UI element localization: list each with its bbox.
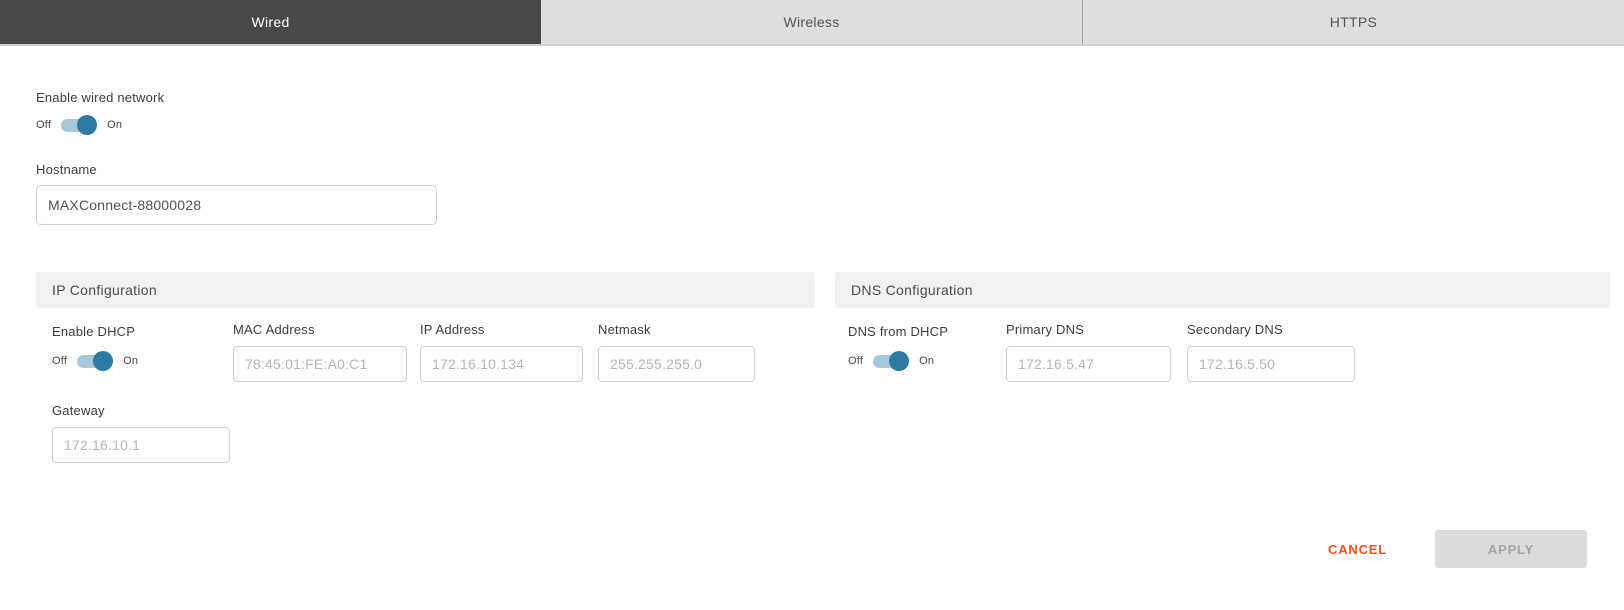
secondary-dns-group: Secondary DNS [1187,322,1355,382]
tab-wired[interactable]: Wired [0,0,541,44]
form-actions: CANCEL APPLY [1328,530,1587,568]
enable-dhcp-label: Enable DHCP [52,324,136,339]
primary-dns-group: Primary DNS [1006,322,1171,382]
gateway-label: Gateway [52,403,105,418]
dns-from-dhcp-toggle[interactable] [873,351,910,371]
hostname-label: Hostname [36,162,97,177]
enable-dhcp-toggle-row: Off On [52,351,222,371]
primary-dns-input[interactable] [1006,346,1171,382]
ip-address-input[interactable] [420,346,583,382]
toggle-off-label: Off [52,355,68,367]
toggle-on-label: On [919,355,935,367]
enable-wired-toggle[interactable] [61,115,98,135]
toggle-knob-icon [93,351,114,371]
primary-dns-label: Primary DNS [1006,322,1085,337]
dns-configuration-header: DNS Configuration [835,272,1610,308]
enable-dhcp-group: Enable DHCP Off On [52,324,222,371]
tab-https[interactable]: HTTPS [1082,0,1624,44]
dns-from-dhcp-label: DNS from DHCP [848,324,949,339]
toggle-on-label: On [123,355,139,367]
toggle-off-label: Off [848,355,864,367]
enable-wired-network-label: Enable wired network [36,90,165,105]
mac-address-input[interactable] [233,346,407,382]
enable-dhcp-toggle[interactable] [77,351,114,371]
mac-address-group: MAC Address [233,322,407,382]
ip-address-group: IP Address [420,322,583,382]
dns-from-dhcp-toggle-row: Off On [848,351,1003,371]
dns-configuration-section: DNS Configuration DNS from DHCP Off On P… [835,272,1610,412]
netmask-input[interactable] [598,346,755,382]
toggle-knob-icon [77,115,98,135]
toggle-knob-icon [889,351,910,371]
secondary-dns-input[interactable] [1187,346,1355,382]
apply-button[interactable]: APPLY [1435,530,1587,568]
gateway-input[interactable] [52,427,230,463]
hostname-input[interactable] [36,185,437,225]
netmask-label: Netmask [598,322,651,337]
tab-bar: Wired Wireless HTTPS [0,0,1624,46]
secondary-dns-label: Secondary DNS [1187,322,1283,337]
toggle-off-label: Off [36,119,52,131]
gateway-group: Gateway [52,403,230,463]
tab-wireless[interactable]: Wireless [541,0,1082,44]
netmask-group: Netmask [598,322,755,382]
ip-configuration-section: IP Configuration Enable DHCP Off On MAC … [36,272,815,472]
enable-wired-toggle-row: Off On [36,115,122,135]
ip-configuration-header: IP Configuration [36,272,815,308]
dns-from-dhcp-group: DNS from DHCP Off On [848,324,1003,371]
mac-address-label: MAC Address [233,322,315,337]
toggle-on-label: On [107,119,123,131]
cancel-button[interactable]: CANCEL [1328,542,1387,557]
ip-address-label: IP Address [420,322,485,337]
